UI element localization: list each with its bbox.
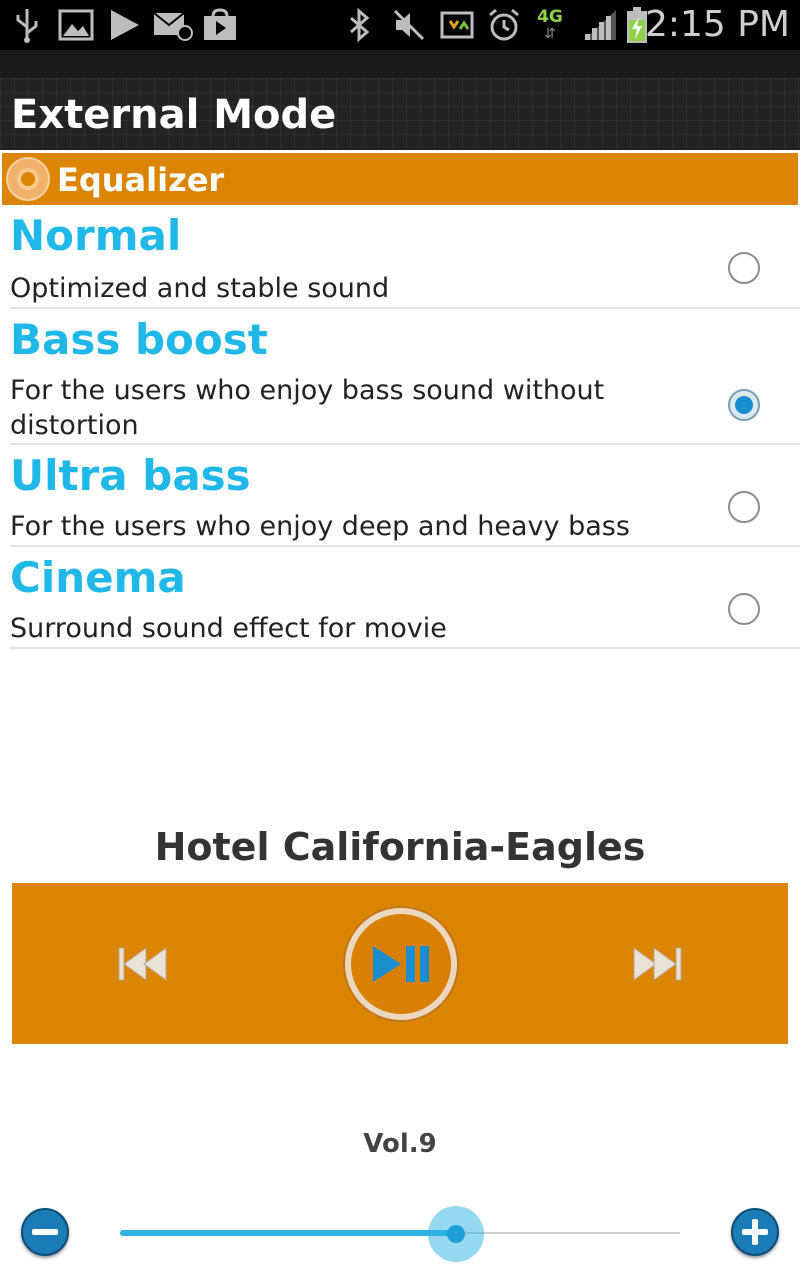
previous-icon bbox=[118, 947, 167, 981]
target-icon bbox=[6, 157, 50, 201]
volume-slider-fill bbox=[120, 1230, 456, 1236]
page-title: External Mode bbox=[11, 92, 337, 138]
play-pause-button[interactable] bbox=[345, 908, 457, 1020]
section-title: Equalizer bbox=[57, 161, 225, 199]
radio-cinema[interactable] bbox=[728, 593, 760, 625]
radio-bass-boost[interactable] bbox=[728, 389, 760, 421]
eq-option-description: For the users who enjoy bass sound witho… bbox=[10, 375, 605, 441]
eq-option-cinema[interactable]: Cinema Surround sound effect for movie bbox=[10, 547, 800, 649]
radio-normal[interactable] bbox=[728, 252, 760, 284]
email-icon bbox=[152, 6, 194, 44]
minus-icon bbox=[32, 1229, 58, 1235]
equalizer-section-header: Equalizer bbox=[2, 153, 798, 205]
next-button[interactable] bbox=[628, 938, 688, 990]
volume-up-button[interactable] bbox=[731, 1208, 779, 1256]
shop-bag-icon bbox=[202, 6, 238, 44]
volume-down-button[interactable] bbox=[21, 1208, 69, 1256]
status-bar: 4G ⇵ 2:15 PM bbox=[0, 0, 800, 50]
radio-ultra-bass[interactable] bbox=[728, 491, 760, 523]
usb-icon bbox=[12, 6, 42, 44]
mute-icon bbox=[392, 6, 426, 44]
volume-label: Vol.9 bbox=[363, 1129, 437, 1159]
signal-icon bbox=[580, 6, 620, 44]
previous-button[interactable] bbox=[112, 938, 172, 990]
eq-option-normal[interactable]: Normal Optimized and stable sound bbox=[10, 205, 800, 309]
eq-option-title: Normal bbox=[10, 211, 182, 260]
track-title: Hotel California-Eagles bbox=[154, 825, 646, 869]
eq-option-title: Cinema bbox=[10, 553, 186, 602]
play-store-icon bbox=[106, 6, 142, 44]
eq-option-title: Ultra bass bbox=[10, 451, 251, 500]
play-pause-icon bbox=[373, 946, 429, 982]
eq-option-ultra-bass[interactable]: Ultra bass For the users who enjoy deep … bbox=[10, 445, 800, 547]
eq-option-description: For the users who enjoy deep and heavy b… bbox=[10, 511, 630, 542]
eq-option-title: Bass boost bbox=[10, 315, 268, 364]
sync-icon bbox=[440, 6, 474, 44]
gallery-icon bbox=[58, 6, 94, 44]
eq-option-bass-boost[interactable]: Bass boost For the users who enjoy bass … bbox=[10, 309, 800, 445]
eq-option-description: Optimized and stable sound bbox=[10, 273, 390, 304]
player-controls bbox=[12, 883, 788, 1044]
network-4g-icon: 4G ⇵ bbox=[537, 7, 563, 42]
alarm-icon bbox=[486, 6, 522, 44]
eq-option-description: Surround sound effect for movie bbox=[10, 613, 447, 644]
status-time: 2:15 PM bbox=[644, 4, 790, 45]
next-icon bbox=[633, 947, 682, 981]
bluetooth-icon bbox=[344, 6, 374, 44]
volume-slider-thumb[interactable] bbox=[428, 1206, 484, 1262]
